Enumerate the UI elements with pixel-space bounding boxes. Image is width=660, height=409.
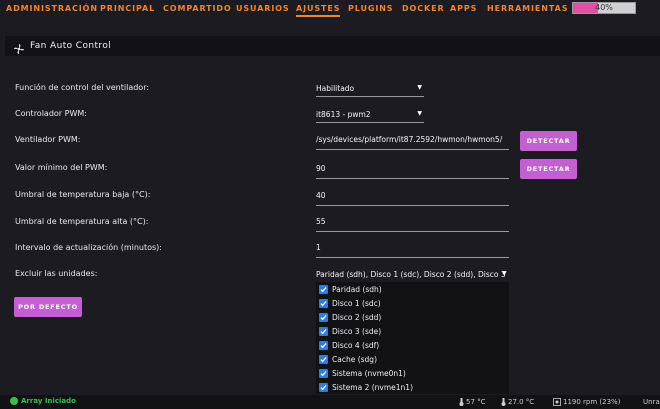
exclude-option[interactable]: Disco 3 (sde)	[319, 325, 381, 338]
exclude-option[interactable]: Sistema 2 (nvme1n1)	[319, 381, 413, 394]
pwm-min-label: Valor mínimo del PWM:	[15, 163, 108, 172]
exclude-option[interactable]: Sistema (nvme0n1)	[319, 367, 406, 380]
high-temp-label: Umbral de temperatura alta (°C):	[15, 217, 149, 226]
footer: Array Iniciado 57 °C 27.0 °C 1190 rpm (2…	[0, 395, 660, 409]
pwm-controller-value: it8613 - pwm2	[316, 110, 371, 119]
progress-text: 40%	[595, 3, 613, 12]
exclude-option-label: Disco 2 (sdd)	[332, 313, 382, 322]
checkbox-checked-icon[interactable]	[319, 313, 328, 322]
exclude-option-label: Disco 1 (sdc)	[332, 299, 381, 308]
interval-input[interactable]: 1	[316, 243, 509, 258]
checkbox-checked-icon[interactable]	[319, 383, 328, 392]
top-nav: ADMINISTRACIÓN PRINCIPAL COMPARTIDO USUA…	[0, 0, 660, 18]
exclude-option[interactable]: Disco 1 (sdc)	[319, 297, 381, 310]
chevron-down-icon: ▼	[417, 84, 422, 91]
fan-icon	[13, 40, 25, 54]
exclude-option[interactable]: Disco 4 (sdf)	[319, 339, 379, 352]
fan-control-select[interactable]: Habilitado ▼	[316, 83, 424, 97]
nav-apps[interactable]: APPS	[450, 4, 477, 13]
detect-pwm-fan-button[interactable]: DETECTAR	[520, 131, 577, 151]
cpu-temp: 57 °C	[459, 398, 486, 406]
low-temp-input[interactable]: 40	[316, 191, 509, 206]
thermometer-icon	[459, 398, 464, 406]
nav-compartido[interactable]: COMPARTIDO	[163, 4, 232, 13]
checkbox-checked-icon[interactable]	[319, 341, 328, 350]
fan-speed-icon	[553, 398, 561, 406]
exclude-options-list: Paridad (sdh) Disco 1 (sdc) Disco 2 (sdd) D…	[316, 282, 509, 394]
exclude-option-label: Disco 3 (sde)	[332, 327, 382, 336]
mb-temp-value: 27.0 °C	[508, 398, 535, 406]
low-temp-label: Umbral de temperatura baja (°C):	[15, 190, 151, 199]
fan-speed: 1190 rpm (23%)	[553, 398, 620, 406]
thermometer-icon	[501, 398, 506, 406]
exclude-option-label: Disco 4 (sdf)	[332, 341, 380, 350]
checkbox-checked-icon[interactable]	[319, 369, 328, 378]
checkbox-checked-icon[interactable]	[319, 285, 328, 294]
chevron-down-icon: ▼	[417, 110, 422, 117]
exclude-option-label: Sistema 2 (nvme1n1)	[332, 383, 414, 392]
nav-plugins[interactable]: PLUGINS	[348, 4, 393, 13]
section-title-bar: Fan Auto Control	[5, 36, 660, 56]
pwm-controller-select[interactable]: it8613 - pwm2 ▼	[316, 109, 424, 123]
exclude-label: Excluir las unidades:	[15, 269, 98, 278]
default-button[interactable]: POR DEFECTO	[14, 297, 82, 317]
cpu-temp-value: 57 °C	[466, 398, 486, 406]
nav-principal[interactable]: PRINCIPAL	[100, 4, 155, 13]
pwm-fan-input[interactable]: /sys/devices/platform/it87.2592/hwmon/hw…	[316, 135, 509, 150]
status-dot-icon	[10, 397, 18, 405]
pwm-fan-label: Ventilador PWM:	[15, 135, 81, 144]
checkbox-checked-icon[interactable]	[319, 327, 328, 336]
exclude-option[interactable]: Cache (sdg)	[319, 353, 377, 366]
checkbox-checked-icon[interactable]	[319, 355, 328, 364]
checkbox-checked-icon[interactable]	[319, 299, 328, 308]
exclude-option[interactable]: Paridad (sdh)	[319, 283, 382, 296]
nav-ajustes[interactable]: AJUSTES	[296, 4, 341, 17]
fan-control-label: Función de control del ventilador:	[15, 83, 150, 92]
exclude-option-label: Paridad (sdh)	[332, 285, 382, 294]
exclude-option[interactable]: Disco 2 (sdd)	[319, 311, 381, 324]
fan-speed-value: 1190 rpm (23%)	[563, 398, 621, 406]
nav-docker[interactable]: DOCKER	[402, 4, 445, 13]
footer-extra: Unra	[643, 398, 660, 406]
pwm-min-input[interactable]: 90	[316, 164, 509, 179]
pwm-controller-label: Controlador PWM:	[15, 109, 87, 118]
nav-herramientas[interactable]: HERRAMIENTAS	[487, 4, 568, 13]
nav-usuarios[interactable]: USUARIOS	[236, 4, 290, 13]
detect-pwm-min-button[interactable]: DETECTAR	[520, 159, 577, 179]
high-temp-input[interactable]: 55	[316, 217, 509, 232]
exclude-option-label: Sistema (nvme0n1)	[332, 369, 406, 378]
array-status-text: Array Iniciado	[21, 397, 76, 405]
nav-administracion[interactable]: ADMINISTRACIÓN	[6, 4, 98, 13]
mb-temp: 27.0 °C	[501, 398, 534, 406]
progress-bar: 40%	[572, 2, 636, 14]
chevron-down-icon: ▼	[502, 270, 507, 277]
interval-label: Intervalo de actualización (minutos):	[15, 243, 162, 252]
exclude-option-label: Cache (sdg)	[332, 355, 377, 364]
exclude-multiselect[interactable]: Paridad (sdh), Disco 1 (sdc), Disco 2 (s…	[316, 270, 509, 282]
array-status: Array Iniciado	[10, 397, 76, 405]
page-title: Fan Auto Control	[30, 41, 112, 51]
exclude-summary: Paridad (sdh), Disco 1 (sdc), Disco 2 (s…	[316, 270, 506, 279]
fan-control-value: Habilitado	[316, 84, 355, 93]
